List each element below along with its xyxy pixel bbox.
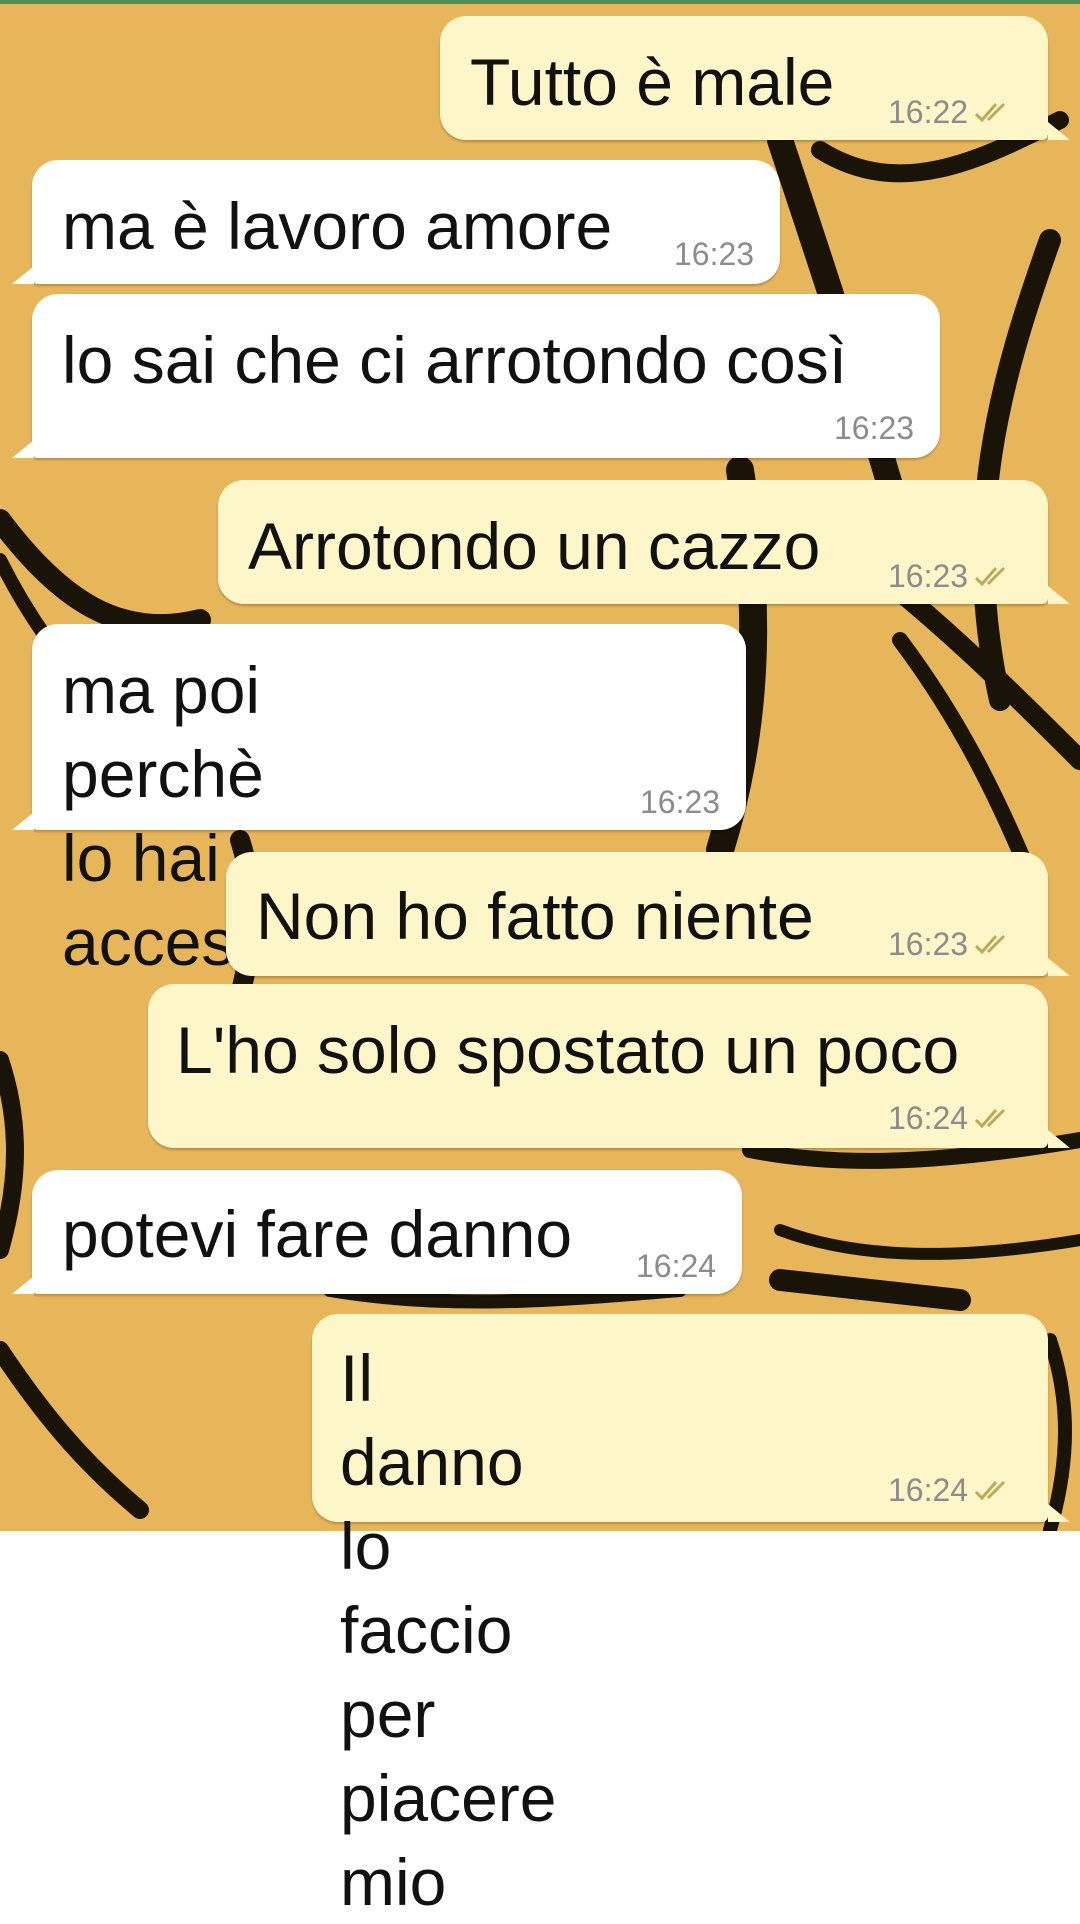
- message-text: lo sai che ci arrotondo così: [62, 323, 848, 397]
- bubble-tail: [12, 440, 34, 458]
- bubble-tail: [1048, 1504, 1070, 1522]
- double-check-icon: [975, 566, 1006, 587]
- message-time: 16:23: [834, 410, 915, 446]
- message-time: 16:23: [674, 236, 755, 272]
- message-text: Tutto è male: [470, 45, 835, 119]
- message-time: 16:24: [888, 1472, 969, 1508]
- bubble-tail: [1048, 122, 1070, 140]
- bubble-tail: [1048, 1130, 1070, 1148]
- top-accent-line: [0, 0, 1080, 4]
- message-time: 16:24: [636, 1248, 717, 1284]
- bubble-tail: [12, 266, 34, 284]
- message-text: L'ho solo spostato un poco: [176, 1013, 960, 1087]
- bubble-tail: [12, 1276, 34, 1294]
- bubble-tail: [12, 812, 34, 830]
- message-time: 16:22: [888, 94, 969, 130]
- double-check-icon: [975, 1480, 1006, 1501]
- message-meta: 16:23: [888, 926, 1020, 962]
- message-text: Arrotondo un cazzo: [248, 509, 821, 583]
- bubble-tail: [1048, 586, 1070, 604]
- message-meta: 16:23: [674, 236, 754, 272]
- bubble-tail: [1048, 958, 1070, 976]
- double-check-icon: [975, 102, 1006, 123]
- message-time: 16:24: [888, 1100, 969, 1136]
- message-meta: 16:23: [888, 558, 1020, 594]
- double-check-icon: [975, 934, 1006, 955]
- message-meta: 16:24: [888, 1100, 1020, 1136]
- message-text: Non ho fatto niente: [256, 879, 814, 953]
- message-meta: 16:24: [888, 1472, 1020, 1508]
- message-time: 16:23: [888, 558, 969, 594]
- message-text: potevi fare danno: [62, 1197, 573, 1271]
- message-meta: 16:22: [888, 94, 1020, 130]
- message-time: 16:23: [640, 784, 721, 820]
- message-meta: 16:24: [636, 1248, 716, 1284]
- message-meta: 16:23: [834, 410, 914, 446]
- double-check-icon: [975, 1108, 1006, 1129]
- message-text: ma è lavoro amore: [62, 189, 613, 263]
- message-text: Il danno lo faccio per piacere mio: [340, 1341, 557, 1919]
- message-meta: 16:23: [640, 784, 720, 820]
- message-time: 16:23: [888, 926, 969, 962]
